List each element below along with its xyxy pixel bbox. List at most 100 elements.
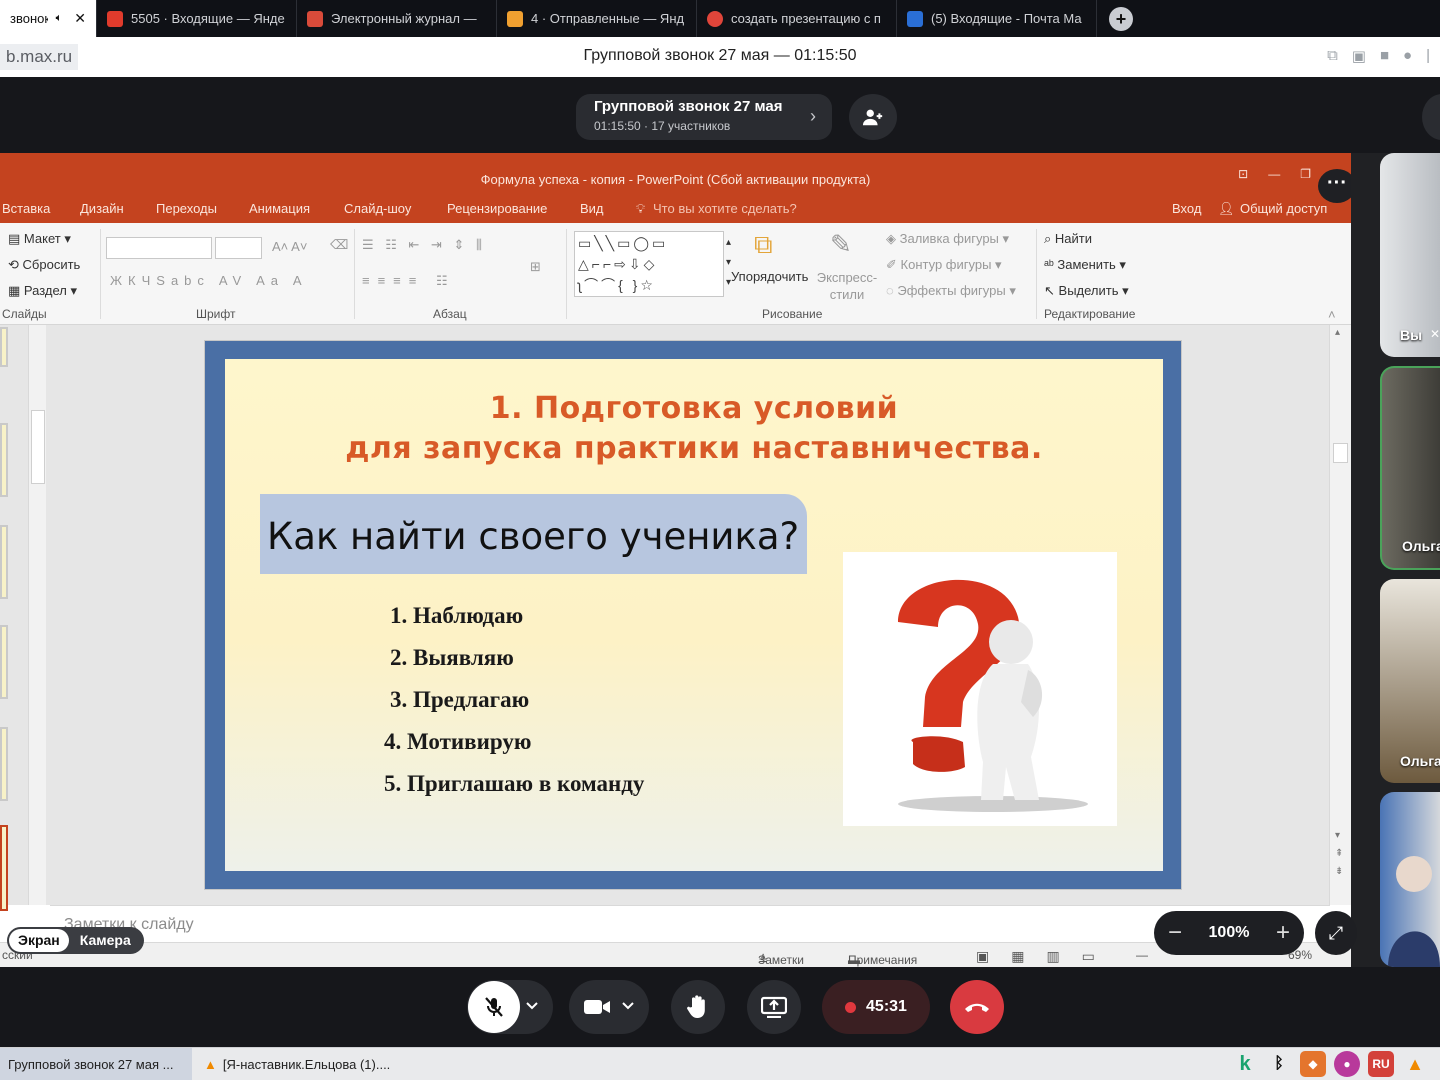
scroll-up-icon[interactable]: ▴ — [1335, 327, 1340, 338]
scroll-thumb[interactable] — [31, 410, 45, 484]
url-field[interactable]: b.max.ru — [0, 44, 79, 70]
fullscreen-button[interactable]: ⤢ — [1315, 911, 1357, 955]
end-call-button[interactable] — [950, 980, 1004, 1034]
select-button[interactable]: ↖ Выделить ▾ — [1044, 283, 1129, 299]
align-buttons[interactable]: ≡≡≡≡ ☷ — [362, 273, 456, 289]
participant-tile[interactable]: Вы ✕ — [1380, 153, 1440, 357]
mic-indicator-icon[interactable]: ● — [1403, 47, 1412, 65]
layout-button[interactable] — [1422, 94, 1440, 140]
participant-tile[interactable] — [1380, 792, 1440, 967]
speaker-icon[interactable]: 🔈︎ — [56, 12, 63, 25]
layout-button[interactable]: ▤ Макет ▾ — [8, 231, 71, 247]
slide-thumbnail[interactable] — [0, 327, 8, 367]
chevron-down-icon[interactable] — [523, 996, 541, 1014]
scroll-thumb[interactable] — [1333, 443, 1348, 463]
participant-tile-speaking[interactable]: Ольга — [1380, 366, 1440, 570]
font-style-buttons[interactable]: ЖКЧSabc AV Aa A — [110, 273, 308, 288]
ribbon-tab-animation[interactable]: Анимация — [249, 201, 310, 216]
taskbar-item-call[interactable]: Групповой звонок 27 мая ... — [0, 1048, 192, 1080]
vlc-icon[interactable]: ▲ — [1402, 1051, 1428, 1077]
more-options-button[interactable]: ··· — [1318, 169, 1351, 203]
prev-next-slide-icon[interactable]: ▾ ⇞ ⇟ — [1335, 827, 1343, 881]
k-app-icon[interactable]: k — [1232, 1051, 1258, 1077]
ribbon-tab-review[interactable]: Рецензирование — [447, 201, 547, 216]
thumbnails-scrollbar[interactable] — [28, 325, 46, 905]
firefox-icon[interactable]: ● — [1334, 1051, 1360, 1077]
taskbar-item-label: [Я-наставник.Ельцова (1).... — [222, 1057, 391, 1072]
font-name-field[interactable] — [106, 237, 212, 259]
raise-hand-button[interactable] — [671, 980, 725, 1034]
replace-button[interactable]: ᵃᵇ Заменить ▾ — [1044, 257, 1126, 273]
view-buttons[interactable]: ▣▦▥▭ — [976, 948, 1117, 965]
add-participant-button[interactable] — [849, 94, 897, 140]
tell-me-field[interactable]: Что вы хотите сделать? — [653, 201, 797, 216]
screen-option[interactable]: Экран — [9, 929, 69, 952]
tab-active-call[interactable]: звонок 2 🔈︎ ✕ — [0, 0, 97, 37]
tab-mail-ru-inbox[interactable]: (5) Входящие - Почта Ма — [897, 0, 1097, 37]
chevron-down-icon[interactable] — [619, 996, 637, 1014]
reset-button[interactable]: ⟲ Сбросить — [8, 257, 80, 273]
camera-option[interactable]: Камера — [71, 929, 140, 952]
tab-e-journal[interactable]: Электронный журнал — — [297, 0, 497, 37]
share-button[interactable]: Общий доступ — [1240, 201, 1327, 216]
section-button[interactable]: ▦ Раздел ▾ — [8, 283, 77, 299]
text-direction-icon[interactable]: ⊞ — [530, 259, 541, 275]
camera-indicator-icon[interactable]: ■ — [1380, 47, 1389, 65]
ribbon-tab-view[interactable]: Вид — [580, 201, 604, 216]
zoom-out-button[interactable]: − — [1168, 919, 1182, 947]
slide-thumbnail-selected[interactable] — [0, 825, 8, 911]
call-info-button[interactable]: Групповой звонок 27 мая 01:15:50 · 17 уч… — [576, 94, 832, 140]
tab-create-presentation[interactable]: создать презентацию с п — [697, 0, 897, 37]
signin-link[interactable]: Вход — [1172, 201, 1201, 216]
microphone-button[interactable] — [467, 980, 553, 1034]
ribbon-tab-insert[interactable]: Вставка — [2, 201, 50, 216]
minimize-icon[interactable]: — — [1268, 167, 1280, 181]
pip-icon[interactable]: ⧉ — [1327, 47, 1338, 65]
arrange-button[interactable]: Упорядочить — [731, 269, 808, 284]
font-size-field[interactable] — [215, 237, 262, 259]
restore-icon[interactable]: ❐ — [1300, 167, 1311, 181]
list-buttons[interactable]: ☰ ☷ ⇤ ⇥ ⇕ ⫼ — [362, 237, 486, 253]
close-icon[interactable]: ✕ — [74, 10, 86, 27]
slide-banner-text: Как найти своего ученика? — [267, 515, 800, 558]
tab-yandex-sent[interactable]: 4 · Отправленные — Янд — [497, 0, 697, 37]
collapse-ribbon-icon[interactable]: ˄ — [1328, 307, 1336, 322]
call-controls: 45:31 — [0, 967, 1440, 1047]
hang-up-icon — [965, 1003, 989, 1012]
screen-share-button[interactable] — [747, 980, 801, 1034]
tab-share-icon[interactable]: ▣ — [1352, 47, 1366, 65]
slide-thumbnail[interactable] — [0, 625, 8, 699]
find-button[interactable]: ⌕ Найти — [1044, 231, 1092, 247]
font-grow-icon[interactable]: A˄ A˅ — [272, 239, 307, 254]
taskbar-item-vlc[interactable]: ▲ [Я-наставник.Ельцова (1).... — [196, 1048, 398, 1080]
clear-format-icon[interactable]: ⌫ — [330, 237, 348, 253]
slide-scrollbar[interactable]: ▴ ▾ ⇞ ⇟ — [1329, 325, 1351, 905]
ribbon-display-icon[interactable]: ⊡ — [1238, 167, 1248, 181]
slide-canvas[interactable]: 1. Подготовка условий для запуска практи… — [204, 340, 1182, 890]
paragraph-group-label: Абзац — [433, 307, 467, 321]
ribbon-tab-design[interactable]: Дизайн — [80, 201, 124, 216]
ribbon-tab-transitions[interactable]: Переходы — [156, 201, 217, 216]
zoom-in-button[interactable]: + — [1276, 919, 1290, 947]
shape-effects-button[interactable]: ◌ Эффекты фигуры ▾ — [886, 283, 1016, 299]
slide-thumbnail[interactable] — [0, 525, 8, 599]
participant-tile[interactable]: Ольга — [1380, 579, 1440, 783]
notes-pane[interactable]: Заметки к слайду — [50, 905, 1330, 942]
camera-button[interactable] — [569, 980, 649, 1034]
shapes-gallery[interactable]: ▭╲╲▭◯▭ △⌐⌐⇨⇩◇ ʅ⌒⌒{ }☆ — [574, 231, 724, 297]
bluetooth-icon[interactable]: ᛒ — [1266, 1051, 1292, 1077]
shape-outline-button[interactable]: ✐ Контур фигуры ▾ — [886, 257, 1002, 273]
slide-thumbnail[interactable] — [0, 727, 8, 801]
gallery-scroll[interactable]: ▴ ▾ ▾ — [726, 233, 731, 293]
box-icon[interactable]: ◆ — [1300, 1051, 1326, 1077]
zoom-out-icon[interactable]: — — [1136, 948, 1148, 962]
language-indicator[interactable]: RU — [1368, 1051, 1394, 1077]
quick-styles-button[interactable]: Экспресс-стили — [816, 269, 878, 303]
slide-thumbnail[interactable] — [0, 423, 8, 497]
tab-yandex-mail-inbox[interactable]: 5505 · Входящие — Янде — [97, 0, 297, 37]
divider — [354, 229, 355, 319]
ribbon-tab-slideshow[interactable]: Слайд-шоу — [344, 201, 411, 216]
new-tab-button[interactable]: + — [1109, 7, 1133, 31]
shape-fill-button[interactable]: ◈ Заливка фигуры ▾ — [886, 231, 1009, 247]
recording-button[interactable]: 45:31 — [822, 980, 930, 1034]
